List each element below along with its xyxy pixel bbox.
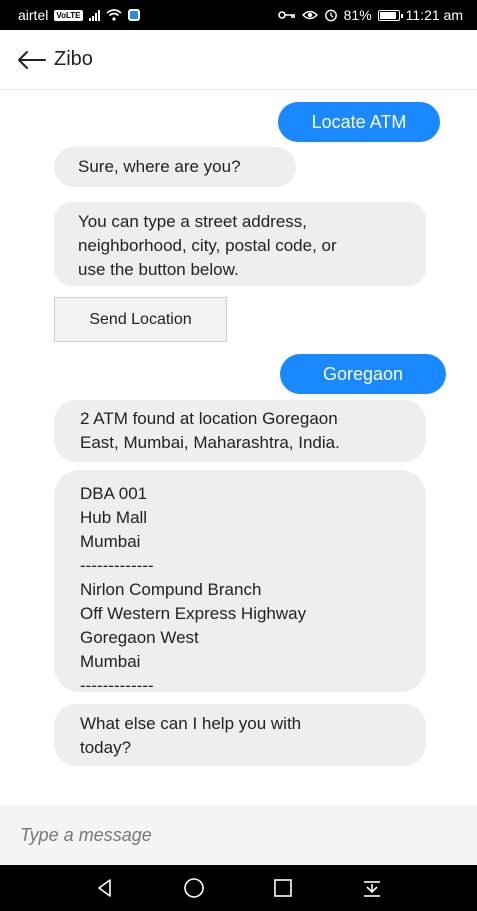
nav-recents-icon[interactable] — [270, 875, 296, 901]
message-line: 2 ATM found at location Goregaon — [80, 409, 338, 428]
status-bar: airtel VoLTE 81% 11:21 am — [0, 0, 477, 30]
message-input[interactable] — [20, 824, 450, 846]
nav-back-icon[interactable] — [92, 875, 118, 901]
nav-notification-pull-icon[interactable] — [359, 875, 385, 901]
bot-message: 2 ATM found at location Goregaon East, M… — [54, 400, 426, 462]
bot-message: Sure, where are you? — [54, 147, 296, 187]
message-line: Mumbai — [80, 532, 141, 551]
wifi-icon — [105, 9, 122, 21]
message-text: Locate ATM — [311, 111, 407, 132]
message-line: ------------- — [80, 556, 154, 575]
message-text: Sure, where are you? — [78, 157, 241, 176]
volte-badge: VoLTE — [54, 9, 83, 21]
chat-area[interactable]: Locate ATM Sure, where are you? You can … — [0, 90, 477, 805]
message-line: East, Mumbai, Maharashtra, India. — [80, 433, 340, 452]
user-message: Locate ATM — [278, 102, 440, 142]
battery-percent: 81% — [343, 7, 372, 23]
message-line: neighborhood, city, postal code, or — [78, 236, 337, 255]
message-line: today? — [80, 738, 132, 757]
app-bar: Zibo — [0, 30, 477, 90]
message-composer — [0, 805, 477, 865]
user-message: Goregaon — [280, 354, 446, 394]
message-line: Off Western Express Highway — [80, 604, 307, 623]
app-notification-icon — [127, 9, 140, 21]
chat-title: Zibo — [54, 48, 93, 70]
status-right: 81% 11:21 am — [277, 7, 463, 23]
message-line: DBA 001 — [80, 484, 148, 503]
navigation-bar — [0, 865, 477, 911]
key-icon — [277, 11, 295, 19]
battery-icon — [377, 9, 403, 21]
message-line: Mumbai — [80, 652, 141, 671]
message-line: Goregaon West — [80, 628, 199, 647]
back-arrow-icon[interactable] — [16, 49, 46, 71]
message-line: You can type a street address, — [78, 212, 308, 231]
message-line: ------------- — [80, 676, 154, 695]
bot-message: What else can I help you with today? — [54, 704, 426, 766]
clock-time: 11:21 am — [405, 7, 463, 23]
signal-icon — [88, 9, 100, 21]
message-line: Hub Mall — [80, 508, 148, 527]
message-line: use the button below. — [78, 260, 239, 279]
nav-home-icon[interactable] — [181, 875, 207, 901]
alarm-icon — [324, 9, 337, 22]
carrier-name: airtel — [18, 7, 49, 23]
bot-message: You can type a street address, neighborh… — [54, 202, 426, 286]
send-location-button[interactable]: Send Location — [54, 297, 227, 342]
message-line: Nirlon Compund Branch — [80, 580, 262, 599]
eye-icon — [301, 10, 318, 20]
message-text: Goregaon — [322, 363, 404, 384]
message-line: What else can I help you with — [80, 714, 302, 733]
status-left: airtel VoLTE — [18, 7, 140, 23]
bot-message: DBA 001 Hub Mall Mumbai ------------- Ni… — [54, 470, 426, 695]
